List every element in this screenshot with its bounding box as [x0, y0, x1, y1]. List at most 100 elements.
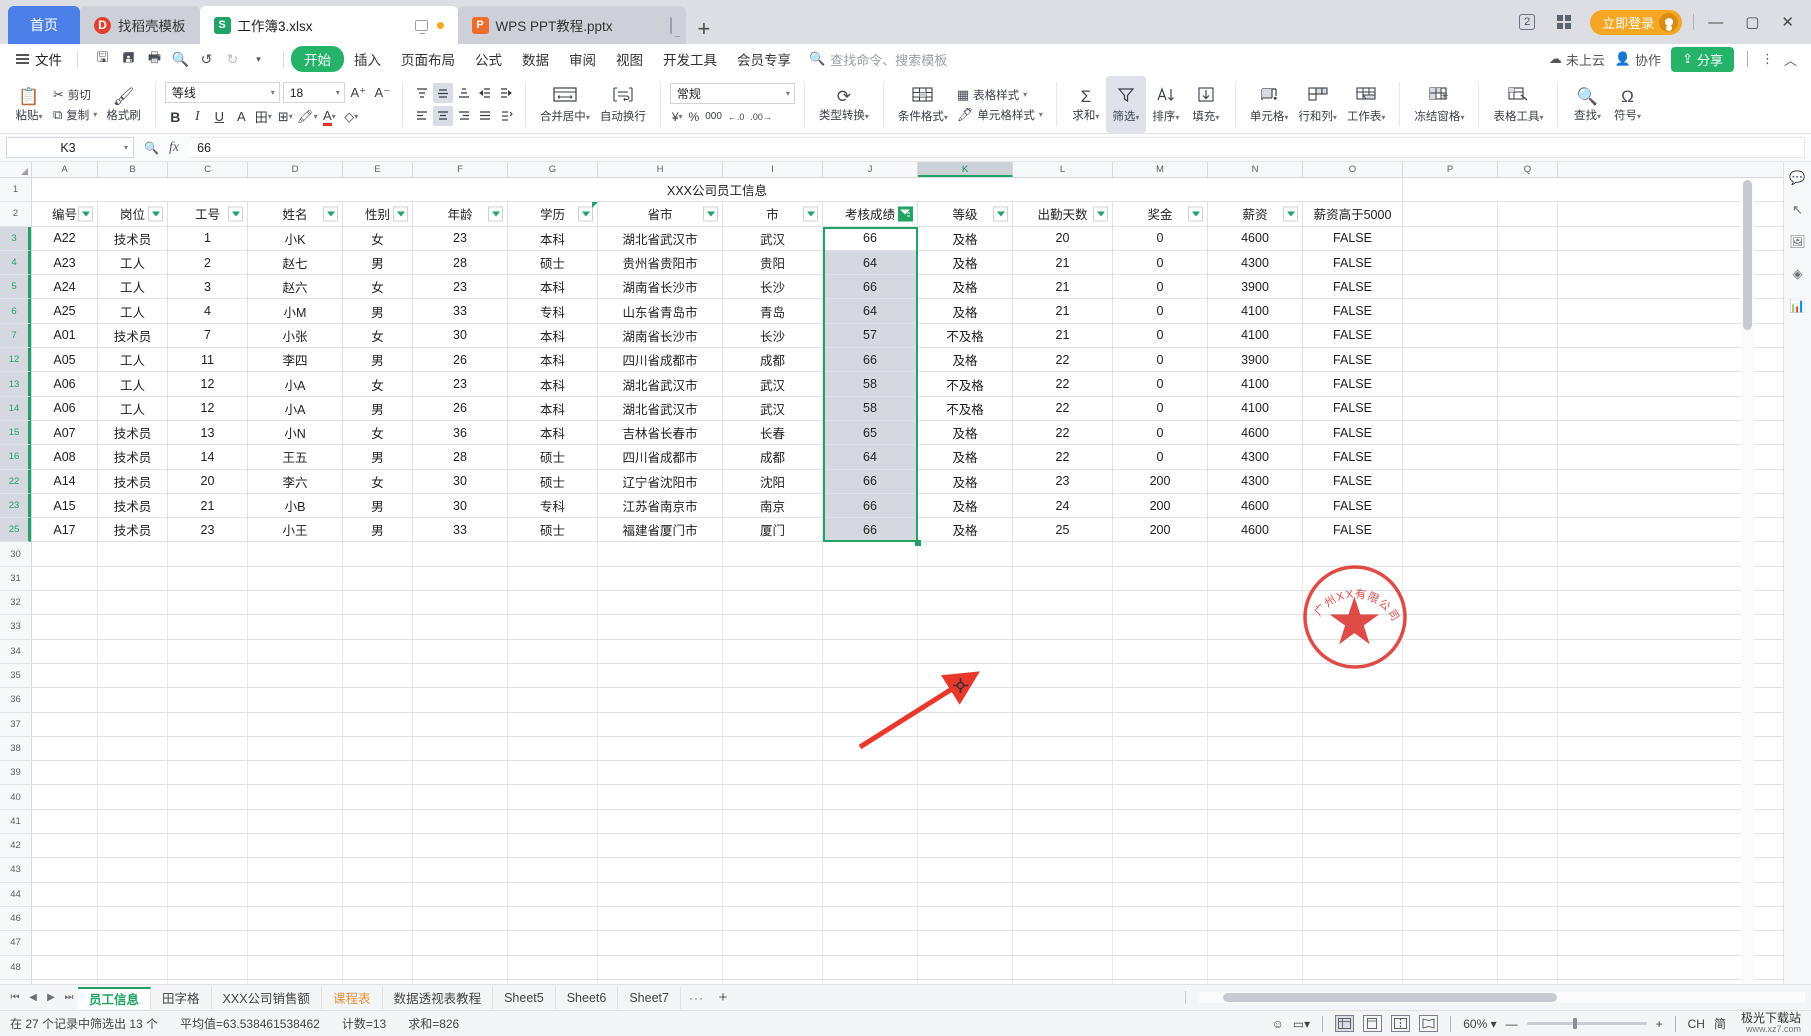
grid-cell[interactable]: [98, 615, 168, 639]
grid-cell[interactable]: [918, 566, 1013, 591]
grid-cell[interactable]: 0: [1113, 250, 1208, 275]
print-icon[interactable]: 🖶: [143, 48, 166, 71]
column-header-Q[interactable]: Q: [1498, 162, 1558, 177]
grid-cell[interactable]: [248, 931, 343, 955]
grid-cell[interactable]: [168, 809, 248, 834]
grid-cell[interactable]: 4100: [1208, 299, 1303, 323]
row-header-34[interactable]: 34: [0, 640, 31, 664]
grid-cell[interactable]: 技术员: [98, 445, 168, 469]
column-header-G[interactable]: G: [508, 162, 598, 177]
copy-button[interactable]: ⧉ 复制 ▾: [49, 106, 101, 124]
grid-cell[interactable]: [723, 858, 823, 882]
grid-cell[interactable]: 小张: [248, 323, 343, 348]
grid-cell[interactable]: [1403, 372, 1498, 396]
grid-cell[interactable]: [98, 761, 168, 785]
grid-cell[interactable]: [168, 834, 248, 858]
grid-cell[interactable]: 30: [413, 493, 508, 518]
cell-style-button[interactable]: 🖊 单元格样式 ▾: [953, 106, 1047, 124]
grid-cell[interactable]: 吉林省长春市: [598, 420, 723, 445]
grid-cell[interactable]: [168, 931, 248, 955]
grid-cell[interactable]: [1013, 566, 1113, 591]
grid-cell[interactable]: 25: [1013, 518, 1113, 542]
grid-cell[interactable]: [1303, 736, 1403, 761]
align-left-button[interactable]: [412, 106, 432, 126]
grid-cell[interactable]: 64: [823, 250, 918, 275]
present-icon[interactable]: [669, 16, 672, 34]
grid-cell[interactable]: 13: [168, 420, 248, 445]
grid-cell[interactable]: 4300: [1208, 250, 1303, 275]
row-header-22[interactable]: 22: [0, 469, 31, 494]
grid-cell[interactable]: [168, 591, 248, 615]
grid-cell[interactable]: 江苏省南京市: [598, 493, 723, 518]
grid-cell[interactable]: [1303, 858, 1403, 882]
table-row[interactable]: [32, 858, 1783, 883]
grid-cell[interactable]: [32, 931, 98, 955]
grid-cell[interactable]: [598, 834, 723, 858]
zoom-in-button[interactable]: +: [1656, 1017, 1663, 1031]
grid-cell[interactable]: [248, 882, 343, 906]
grid-cell[interactable]: 奖金: [1113, 202, 1208, 226]
column-header-D[interactable]: D: [248, 162, 343, 177]
grid-cell[interactable]: [168, 615, 248, 639]
grid-cell[interactable]: [1403, 809, 1498, 834]
grid-cell[interactable]: [1403, 493, 1498, 518]
decrease-indent-button[interactable]: [475, 83, 495, 103]
grid-cell[interactable]: 王五: [248, 445, 343, 469]
grid-cell[interactable]: 湖北省武汉市: [598, 372, 723, 396]
grid-cell[interactable]: [918, 761, 1013, 785]
grid-cell[interactable]: [1403, 882, 1498, 906]
grid-cell[interactable]: [1403, 202, 1498, 226]
add-sheet-button[interactable]: +: [712, 987, 734, 1009]
grid-cell[interactable]: 0: [1113, 226, 1208, 250]
ime-indicator[interactable]: CH: [1688, 1017, 1705, 1031]
grid-cell[interactable]: [1403, 979, 1498, 984]
grid-cell[interactable]: [98, 809, 168, 834]
grid-cell[interactable]: 男: [343, 518, 413, 542]
grid-cell[interactable]: [508, 834, 598, 858]
grid-cell[interactable]: 山东省青岛市: [598, 299, 723, 323]
grid-cell[interactable]: [1498, 931, 1558, 955]
filter-dropdown-icon[interactable]: [703, 206, 718, 222]
row-header-32[interactable]: 32: [0, 591, 31, 616]
find-button[interactable]: 🔍 查找▾: [1567, 76, 1607, 133]
grid-cell[interactable]: [32, 906, 98, 931]
grid-cell[interactable]: 不及格: [918, 323, 1013, 348]
grid-cell[interactable]: [1013, 542, 1113, 566]
grid-cell[interactable]: [1208, 615, 1303, 639]
grid-cell[interactable]: [168, 566, 248, 591]
grid-cell[interactable]: 湖北省武汉市: [598, 396, 723, 420]
column-header-A[interactable]: A: [32, 162, 98, 177]
grid-cell[interactable]: [1403, 566, 1498, 591]
grid-cell[interactable]: A25: [32, 299, 98, 323]
grid-cell[interactable]: [1013, 591, 1113, 615]
grid-cell[interactable]: [598, 591, 723, 615]
reading-view-button[interactable]: [1419, 1015, 1439, 1032]
grid-cell[interactable]: [32, 712, 98, 736]
grid-cell[interactable]: [1403, 906, 1498, 931]
row-header-30[interactable]: 30: [0, 542, 31, 567]
decrease-decimal-button[interactable]: ←.0: [726, 107, 747, 126]
grid-cell[interactable]: [1208, 663, 1303, 688]
grid-cell[interactable]: 本科: [508, 226, 598, 250]
grid-cell[interactable]: [413, 688, 508, 712]
grid-cell[interactable]: [168, 542, 248, 566]
app-grid-button[interactable]: [1546, 0, 1582, 44]
grid-cell[interactable]: [723, 712, 823, 736]
grid-cell[interactable]: 0: [1113, 299, 1208, 323]
grid-cell[interactable]: [598, 858, 723, 882]
grid-cell[interactable]: 及格: [918, 226, 1013, 250]
table-row[interactable]: A15 技术员 21 小B 男 30 专科 江苏省南京市 南京 66 及格 24 200 4600 FALS…: [32, 493, 1783, 519]
grid-cell[interactable]: [1403, 712, 1498, 736]
row-header-16[interactable]: 16: [0, 445, 31, 470]
cells-button[interactable]: 单元格▾: [1245, 76, 1294, 133]
grid-cell[interactable]: [1403, 420, 1498, 445]
filter-dropdown-icon[interactable]: [578, 206, 593, 222]
filter-button[interactable]: 筛选▾: [1105, 76, 1146, 133]
grid-cell[interactable]: 4: [168, 299, 248, 323]
grid-cell[interactable]: 工人: [98, 396, 168, 420]
grid-cell[interactable]: [1498, 688, 1558, 712]
grid-cell[interactable]: [413, 809, 508, 834]
grid-cell[interactable]: FALSE: [1303, 250, 1403, 275]
shapes-sidebar-icon[interactable]: ◈: [1788, 264, 1808, 284]
table-row[interactable]: [32, 639, 1783, 664]
